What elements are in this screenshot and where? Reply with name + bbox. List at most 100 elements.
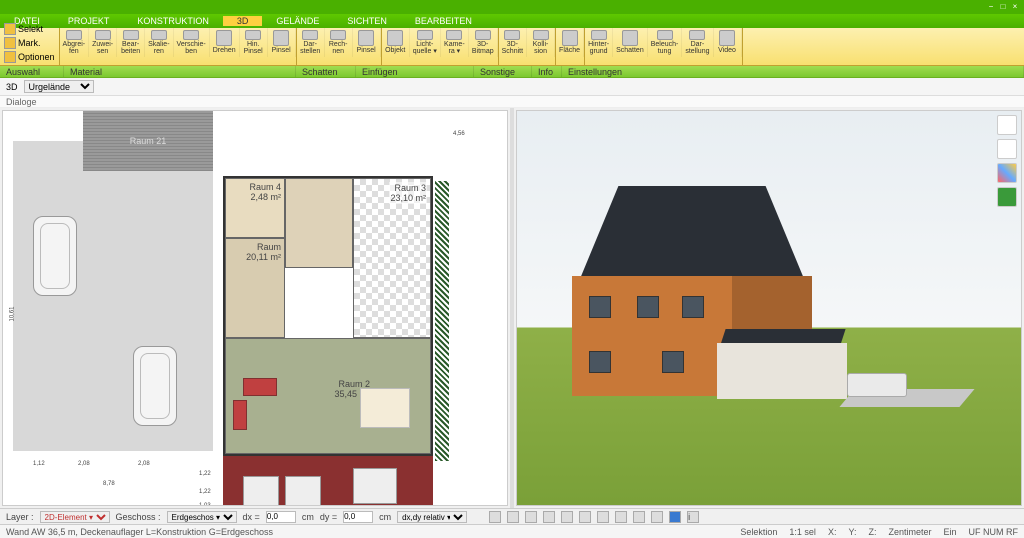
tool-icon[interactable] [579, 511, 591, 523]
dialog-line: Dialoge [0, 96, 1024, 108]
tool-icon [358, 30, 374, 46]
tool-icon[interactable] [615, 511, 627, 523]
tool-icon [95, 30, 111, 40]
tool-icon [562, 30, 578, 46]
view-selector-bar: 3D Urgelände [0, 78, 1024, 96]
ribbon-kame[interactable]: Kame-ra ▾ [441, 28, 469, 57]
menu-gelaende[interactable]: GELÄNDE [262, 16, 333, 26]
staircase [285, 178, 353, 268]
tool-icon [622, 30, 638, 46]
ribbon-video[interactable]: Video [714, 28, 742, 57]
window-3d [589, 351, 611, 373]
bed-icon [243, 476, 279, 506]
layer-dropdown[interactable]: 2D-Element ▾ [40, 511, 110, 523]
tool-icon[interactable] [561, 511, 573, 523]
floor-dropdown[interactable]: Erdgeschos ▾ [167, 511, 237, 523]
ribbon-beleuch[interactable]: Beleuch-tung [648, 28, 683, 57]
tool-icon[interactable] [543, 511, 555, 523]
menu-3d[interactable]: 3D [223, 16, 263, 26]
window-maximize-icon[interactable]: □ [998, 2, 1008, 12]
ribbon-zuwei[interactable]: Zuwei-sen [89, 28, 117, 57]
basement [223, 456, 433, 506]
ribbon-dar[interactable]: Dar-stellen [297, 28, 325, 57]
car-3d [847, 373, 907, 397]
tool-icon [330, 30, 346, 40]
tool-icon[interactable] [489, 511, 501, 523]
dy-label: dy = [320, 512, 337, 522]
ribbon-skalie[interactable]: Skalie-ren [145, 28, 173, 57]
tree-icon[interactable] [997, 187, 1017, 207]
room-3: Raum 323,10 m² [353, 178, 431, 338]
select-button[interactable]: Selekt [4, 23, 55, 35]
cursor-icon [4, 23, 16, 35]
garage-3d [717, 343, 847, 399]
car-top-2 [133, 346, 177, 426]
ribbon-verschie[interactable]: Verschie-ben [174, 28, 210, 57]
menu-projekt[interactable]: PROJEKT [54, 16, 124, 26]
tool-icon[interactable] [633, 511, 645, 523]
garage-room: Raum 21 [83, 111, 213, 171]
ribbon-pinsel[interactable]: Pinsel [268, 28, 296, 57]
ribbon-rech[interactable]: Rech-nen [325, 28, 353, 57]
view-dropdown[interactable]: Urgelände [24, 80, 94, 93]
tool-icon [123, 30, 139, 40]
menu-bearbeiten[interactable]: BEARBEITEN [401, 16, 486, 26]
menu-sichten[interactable]: SICHTEN [333, 16, 401, 26]
tool-icon[interactable] [597, 511, 609, 523]
dy-input[interactable] [343, 511, 373, 523]
menu-konstruktion[interactable]: KONSTRUKTION [123, 16, 223, 26]
ribbon-pinsel[interactable]: Pinsel [353, 28, 381, 57]
tool-icon[interactable] [651, 511, 663, 523]
palette-icon[interactable] [997, 163, 1017, 183]
viewport-3d[interactable] [516, 110, 1022, 506]
tool-icon [533, 30, 549, 40]
info-icon[interactable]: i [687, 511, 699, 523]
ribbon-d[interactable]: 3D-Schnitt [499, 28, 527, 57]
tool-icon[interactable] [669, 511, 681, 523]
ribbon-objekt[interactable]: Objekt [382, 28, 410, 57]
ribbon-d[interactable]: 3D-Bitmap [469, 28, 498, 57]
plus-icon [4, 51, 16, 63]
dimension-label: 1,22 [199, 489, 211, 495]
ribbon-drehen[interactable]: Drehen [210, 28, 240, 57]
options-button[interactable]: Optionen [4, 51, 55, 63]
ribbon-dar[interactable]: Dar-stellung [682, 28, 713, 57]
furniture-icon[interactable] [997, 139, 1017, 159]
window-minimize-icon[interactable]: − [986, 2, 996, 12]
bed-icon [285, 476, 321, 506]
ribbon-abgrei[interactable]: Abgrei-fen [60, 28, 90, 57]
floor-label: Geschoss : [116, 512, 161, 522]
floorplan-panel[interactable]: Raum 21 Raum 42,48 m² Raum20,11 m² Raum … [2, 110, 508, 506]
menu-bar: DATEI PROJEKT KONSTRUKTION 3D GELÄNDE SI… [0, 14, 1024, 28]
house-outline: Raum 42,48 m² Raum20,11 m² Raum 323,10 m… [223, 176, 433, 456]
ribbon-bear[interactable]: Bear-beiten [117, 28, 145, 57]
splitter[interactable] [510, 108, 514, 508]
ribbon-flche[interactable]: Fläche [556, 28, 584, 57]
ribbon-hinter[interactable]: Hinter-grund [585, 28, 613, 57]
tool-icon [657, 30, 673, 40]
dimension-label: 2,08 [138, 461, 150, 467]
dimension-label: 8,78 [103, 481, 115, 487]
window-3d [589, 296, 611, 318]
dimension-label: 1,22 [199, 471, 211, 477]
ribbon-licht[interactable]: Licht-quelle ▾ [410, 28, 441, 57]
tool-icon [591, 30, 607, 40]
tool-icon[interactable] [525, 511, 537, 523]
dx-input[interactable] [266, 511, 296, 523]
tool-icon[interactable] [507, 511, 519, 523]
view-label: 3D [6, 82, 18, 92]
ribbon-hin[interactable]: Hin.Pinsel [240, 28, 268, 57]
window-3d [682, 296, 704, 318]
tool-icon [66, 30, 82, 40]
coord-mode-dropdown[interactable]: dx,dy relativ ▾ [397, 511, 467, 523]
mark-button[interactable]: Mark. [4, 37, 55, 49]
tool-icon [151, 30, 167, 40]
room-hall: Raum20,11 m² [225, 238, 285, 338]
layers-icon[interactable] [997, 115, 1017, 135]
tool-icon [689, 30, 705, 40]
tool-icon [216, 30, 232, 46]
ribbon-kolli[interactable]: Kolli-sion [527, 28, 555, 57]
dimension-label: 4,56 [453, 131, 465, 137]
window-close-icon[interactable]: × [1010, 2, 1020, 12]
ribbon-schatten[interactable]: Schatten [613, 28, 648, 57]
